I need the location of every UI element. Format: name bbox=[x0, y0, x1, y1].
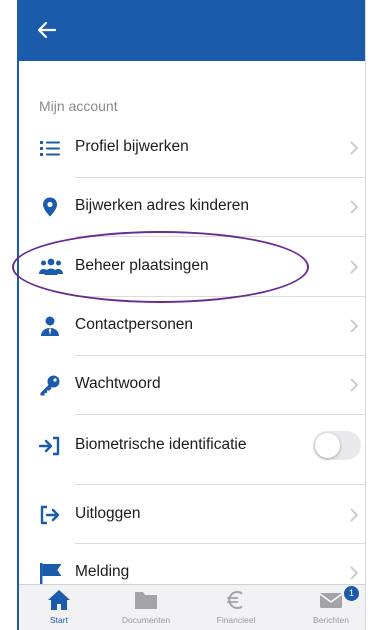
flag-icon bbox=[39, 562, 62, 584]
chevron-right-icon bbox=[349, 199, 359, 215]
folder-icon bbox=[134, 589, 158, 611]
menu-item-profiel-bijwerken[interactable]: Profiel bijwerken bbox=[19, 119, 365, 177]
menu-item-label: Biometrische identificatie bbox=[75, 436, 247, 453]
list-icon bbox=[39, 137, 61, 159]
chevron-right-icon bbox=[349, 565, 359, 581]
tab-documenten[interactable]: Documenten bbox=[111, 585, 181, 630]
chevron-right-icon bbox=[349, 507, 359, 523]
section-title: Mijn account bbox=[39, 98, 118, 114]
menu-item-bijwerken-adres-kinderen[interactable]: Bijwerken adres kinderen bbox=[19, 178, 365, 236]
key-icon bbox=[39, 374, 61, 396]
users-icon bbox=[39, 256, 63, 278]
sign-out-icon bbox=[39, 504, 61, 526]
tab-label: Financieel bbox=[216, 615, 256, 625]
menu-item-contactpersonen[interactable]: Contactpersonen bbox=[19, 297, 365, 355]
bottom-tab-bar: Start Documenten Financieel 1 Berichten bbox=[19, 584, 365, 630]
sign-in-icon bbox=[38, 435, 61, 457]
envelope-icon bbox=[319, 589, 343, 611]
euro-icon bbox=[224, 589, 248, 611]
unread-badge: 1 bbox=[344, 586, 359, 601]
map-pin-icon bbox=[39, 196, 61, 218]
chevron-right-icon bbox=[349, 377, 359, 393]
tab-label: Documenten bbox=[121, 615, 171, 625]
tab-start[interactable]: Start bbox=[24, 585, 94, 630]
chevron-right-icon bbox=[349, 318, 359, 334]
tab-label: Start bbox=[50, 615, 68, 625]
divider bbox=[75, 414, 365, 415]
chevron-right-icon bbox=[349, 259, 359, 275]
app-frame: Mijn account Profiel bijwerken Bijwerken… bbox=[17, 0, 366, 630]
home-icon bbox=[47, 589, 71, 611]
divider bbox=[75, 236, 365, 237]
tab-label: Berichten bbox=[313, 615, 349, 625]
menu-item-label: Beheer plaatsingen bbox=[75, 257, 209, 274]
menu-item-biometrische-identificatie: Biometrische identificatie bbox=[19, 417, 365, 475]
contact-person-icon bbox=[39, 315, 61, 337]
menu-item-label: Bijwerken adres kinderen bbox=[75, 197, 250, 214]
menu-item-label: Melding bbox=[75, 563, 130, 580]
back-arrow-icon[interactable] bbox=[35, 18, 59, 42]
top-bar bbox=[19, 0, 365, 61]
menu-item-label: Wachtwoord bbox=[75, 375, 161, 392]
menu-item-label: Uitloggen bbox=[75, 505, 141, 522]
menu-item-label: Profiel bijwerken bbox=[75, 138, 189, 155]
tab-financieel[interactable]: Financieel bbox=[201, 585, 271, 630]
chevron-right-icon bbox=[349, 140, 359, 156]
divider bbox=[75, 484, 365, 485]
toggle-knob bbox=[315, 433, 340, 458]
tab-berichten[interactable]: 1 Berichten bbox=[296, 585, 366, 630]
menu-item-label: Contactpersonen bbox=[75, 316, 194, 333]
menu-item-beheer-plaatsingen[interactable]: Beheer plaatsingen bbox=[19, 238, 365, 296]
menu-item-uitloggen[interactable]: Uitloggen bbox=[19, 486, 365, 544]
menu-item-wachtwoord[interactable]: Wachtwoord bbox=[19, 356, 365, 414]
biometric-toggle[interactable] bbox=[313, 431, 361, 460]
